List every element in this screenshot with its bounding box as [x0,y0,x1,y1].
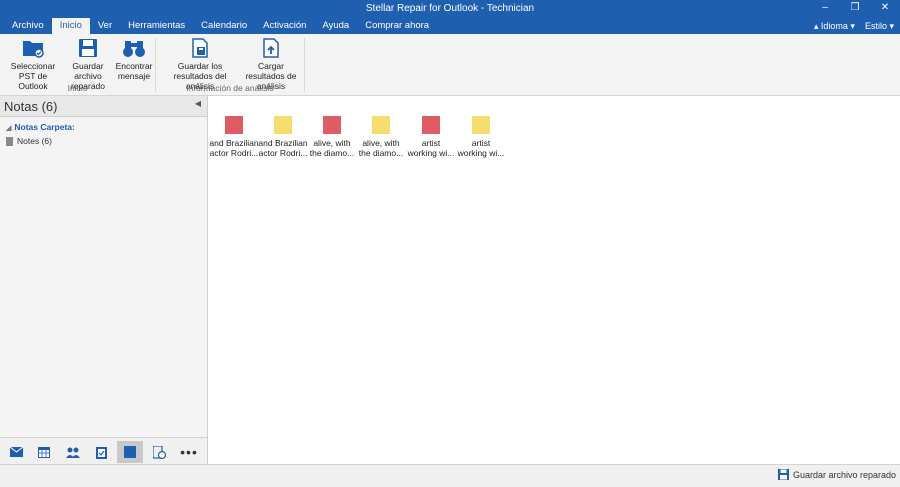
tree-item-notes[interactable]: Notes (6) [6,136,52,146]
caret-up-icon: ▴ [813,20,819,31]
window-controls: – ❐ ✕ [820,2,890,13]
load-scan-icon [263,38,279,58]
nav-calendar[interactable] [31,441,57,463]
nav-notes[interactable] [117,441,143,463]
tab-ver[interactable]: Ver [90,18,120,34]
minimize-icon[interactable]: – [820,2,830,13]
nav-tasks[interactable] [88,441,114,463]
chevron-down-icon: ▾ [889,20,894,31]
note-item[interactable]: alive, with the diamo... [307,116,357,158]
idioma-menu[interactable]: ▴ Idioma ▾ [814,21,855,32]
note-icon [422,116,440,134]
find-message-button[interactable]: Encontrar mensaje [114,37,154,81]
notes-folder-icon [6,136,13,146]
note-item[interactable]: artist working wi... [456,116,506,158]
find-message-label: Encontrar mensaje [115,61,153,81]
note-item[interactable]: and Brazilian actor Rodri... [209,116,259,158]
contacts-icon [66,447,80,458]
note-title: artist [421,138,441,148]
more-icon: ••• [180,444,198,460]
chevron-down-icon: ▾ [850,20,855,31]
pane-title: Notas (6) [4,99,58,114]
note-title-line2: working wi... [407,148,455,158]
note-icon [323,116,341,134]
tree-root-label: Notas Carpeta: [14,122,75,132]
tab-calendario[interactable]: Calendario [193,18,255,34]
tree-item-label: Notes (6) [17,136,52,146]
note-title-line2: working wi... [457,148,505,158]
status-bar: Guardar archivo reparado [0,464,900,487]
binoculars-icon [123,41,145,57]
group-analysis: Guardar los resultados del análisis Carg… [156,34,304,95]
status-save-label: Guardar archivo reparado [792,469,896,480]
group-inicio: Seleccionar PST de Outlook Guardar archi… [0,34,155,95]
journal-icon [152,445,166,459]
estilo-label: Estilo [864,20,887,31]
folder-icon [23,41,44,58]
folder-pane-header: Notas (6) ◀ [0,96,207,117]
notes-icon [124,446,136,458]
nav-journal[interactable] [146,441,172,463]
status-save-button[interactable]: Guardar archivo reparado [777,469,896,480]
tab-comprar-ahora[interactable]: Comprar ahora [357,18,437,34]
note-title: alive, with [313,138,351,148]
note-title-line2: the diamo... [358,148,404,158]
note-item[interactable]: alive, with the diamo... [356,116,406,158]
folder-pane: Notas (6) ◀ ◢ Notas Carpeta: Notes (6) [0,96,208,464]
title-bar: Stellar Repair for Outlook - Technician … [0,0,900,18]
note-title: alive, with [362,138,400,148]
note-icon [274,116,292,134]
tab-activacion[interactable]: Activación [255,18,314,34]
save-disk-icon [777,469,789,480]
note-title-line2: actor Rodri... [258,148,308,158]
nav-mail[interactable] [3,441,29,463]
tab-inicio[interactable]: Inicio [51,18,90,34]
expand-arrow-icon[interactable]: ◢ [6,125,11,132]
calendar-icon [38,446,50,458]
note-title-line2: actor Rodri... [209,148,259,158]
tab-herramientas[interactable]: Herramientas [120,18,193,34]
menu-bar: Archivo Inicio Ver Herramientas Calendar… [0,18,900,34]
note-icon [225,116,243,134]
save-scan-icon [192,38,208,58]
note-title: and Brazilian [209,138,259,148]
collapse-pane-icon[interactable]: ◀ [195,99,201,108]
note-item[interactable]: artist working wi... [406,116,456,158]
idioma-label: Idioma [820,20,848,31]
ribbon-divider [304,38,305,92]
ribbon: Seleccionar PST de Outlook Guardar archi… [0,34,900,96]
nav-contacts[interactable] [60,441,86,463]
module-nav: ••• [0,437,207,465]
tab-ayuda[interactable]: Ayuda [314,18,357,34]
note-title-line2: the diamo... [309,148,355,158]
note-icon [372,116,390,134]
note-item[interactable]: and Brazilian actor Rodri... [258,116,308,158]
close-icon[interactable]: ✕ [880,2,890,13]
mail-icon [9,447,23,457]
tab-archivo[interactable]: Archivo [4,18,52,34]
group-inicio-label: Inicio [67,83,88,93]
note-title: artist [471,138,491,148]
window-title: Stellar Repair for Outlook - Technician [365,3,535,14]
save-disk-icon [79,39,97,57]
group-analysis-label: Información de análisis [186,83,274,93]
note-title: and Brazilian [258,138,308,148]
restore-icon[interactable]: ❐ [850,2,860,13]
tree-root-notas[interactable]: ◢ Notas Carpeta: [6,122,75,132]
tasks-icon [95,446,107,459]
notes-view: and Brazilian actor Rodri... and Brazili… [208,96,900,464]
note-icon [472,116,490,134]
nav-more[interactable]: ••• [176,441,202,463]
estilo-menu[interactable]: Estilo ▾ [865,21,894,32]
